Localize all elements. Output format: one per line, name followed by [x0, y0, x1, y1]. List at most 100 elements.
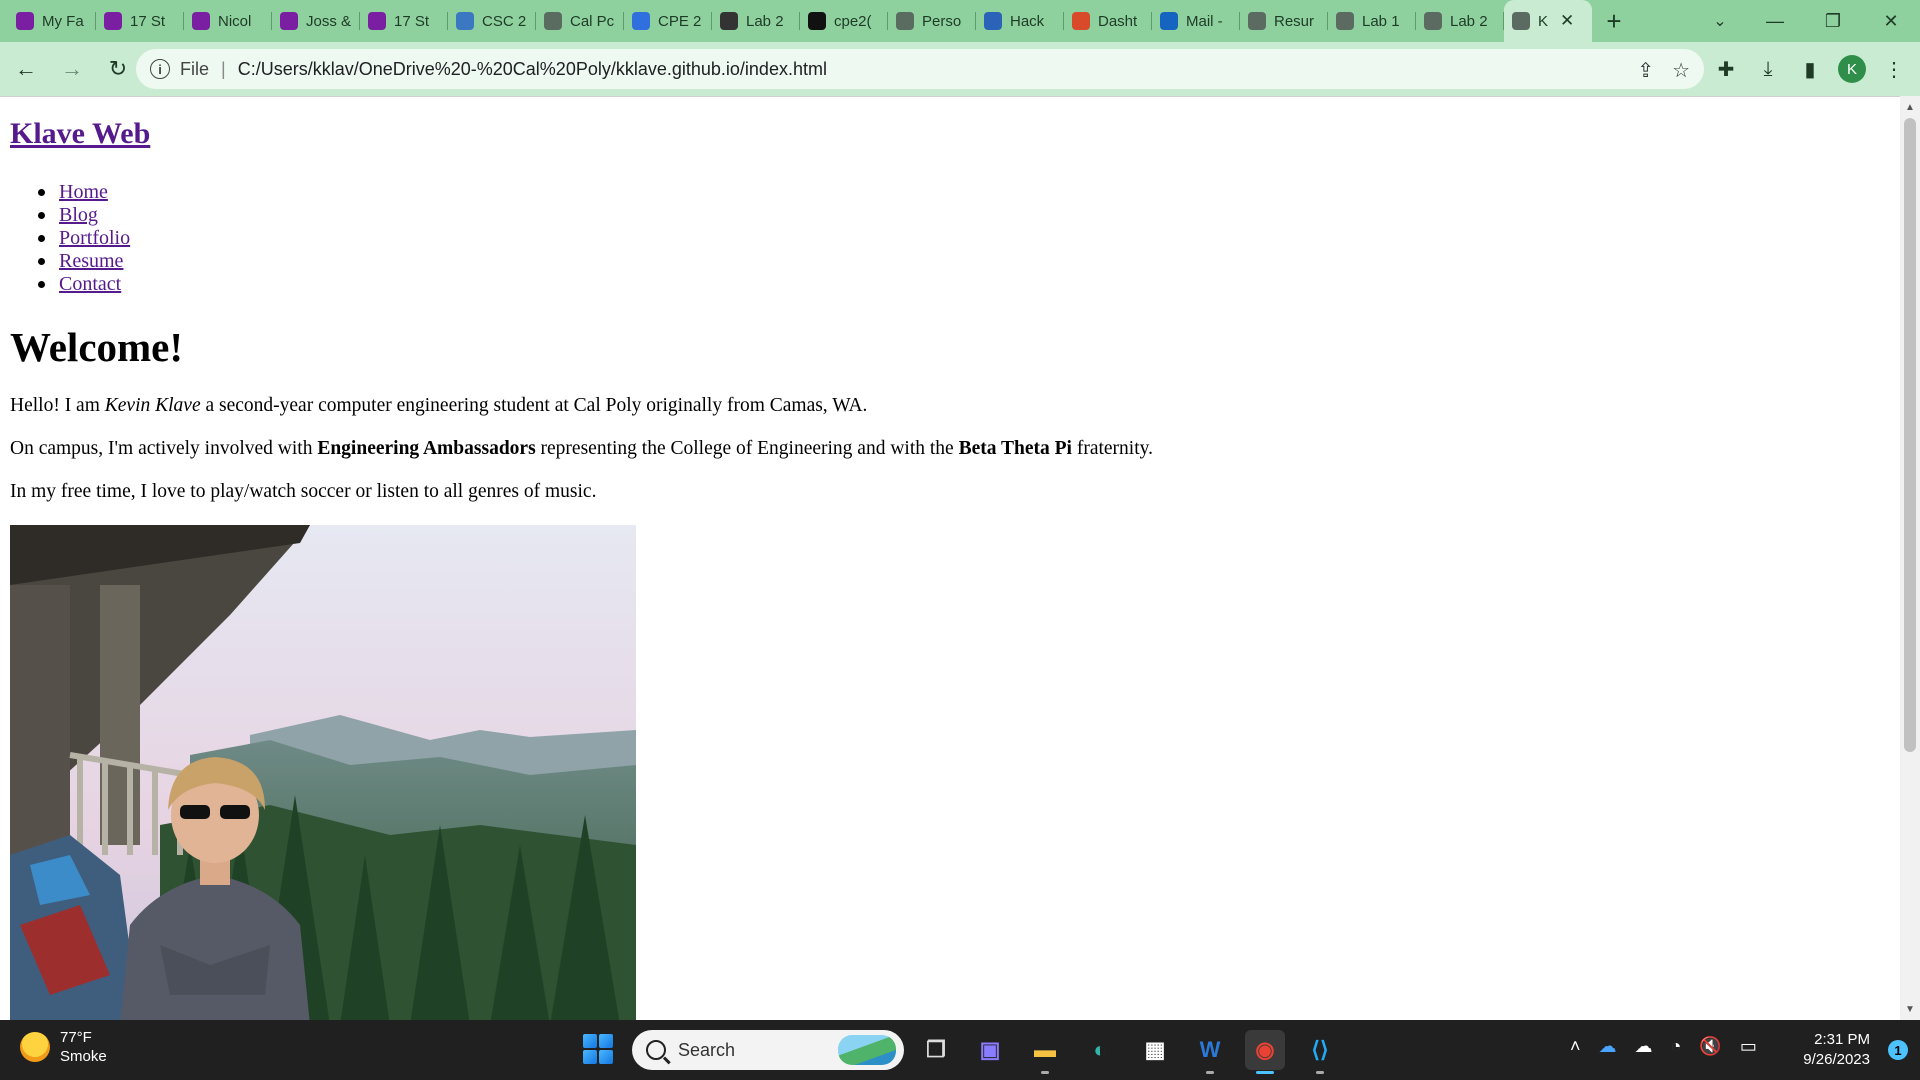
browser-tab[interactable]: cpe2( [800, 0, 888, 42]
file-explorer-icon[interactable]: ▬ [1025, 1030, 1065, 1074]
org-engineering-ambassadors: Engineering Ambassadors [317, 438, 536, 459]
onedrive-icon[interactable]: ☁ [1599, 1036, 1617, 1057]
browser-tab[interactable]: Nicol [184, 0, 272, 42]
browser-tab[interactable]: Dasht [1064, 0, 1152, 42]
search-icon [646, 1040, 666, 1060]
profile-avatar[interactable]: K [1838, 55, 1866, 83]
tab-label: Resur [1274, 12, 1315, 30]
address-bar[interactable]: i File | C:/Users/kklav/OneDrive%20-%20C… [136, 49, 1704, 89]
tab-label: Lab 1 [1362, 12, 1400, 30]
battery-icon[interactable]: ▭ [1740, 1036, 1757, 1057]
tab-close-icon[interactable]: ✕ [1560, 11, 1574, 31]
org-beta-theta-pi: Beta Theta Pi [958, 438, 1072, 459]
word-icon[interactable]: W [1190, 1030, 1230, 1074]
teams-chat-icon[interactable]: ▣ [970, 1030, 1010, 1070]
edge-icon[interactable]: ◐ [1080, 1030, 1120, 1070]
cloud-icon[interactable]: ☁ [1635, 1036, 1653, 1057]
volume-muted-icon[interactable]: 🔇 [1699, 1036, 1721, 1057]
extensions-icon[interactable]: ✚ [1708, 49, 1744, 89]
store-icon[interactable]: ▦ [1135, 1030, 1175, 1070]
tab-label: Cal Pc [570, 12, 615, 30]
tab-label: K [1538, 12, 1549, 30]
canvas-icon [368, 12, 386, 30]
site-nav: Home Blog Portfolio Resume Contact [38, 181, 130, 296]
browser-tab[interactable]: Lab 1 [1328, 0, 1416, 42]
notification-badge[interactable]: 1 [1888, 1040, 1908, 1060]
chrome-icon[interactable]: ◉ [1245, 1030, 1285, 1074]
browser-tab[interactable]: Resur [1240, 0, 1328, 42]
clock-date: 9/26/2023 [1803, 1051, 1870, 1068]
browser-tab[interactable]: Lab 2 [1416, 0, 1504, 42]
hobbies-paragraph: In my free time, I love to play/watch so… [10, 481, 597, 502]
wifi-icon[interactable]: ◔ [1671, 1036, 1682, 1057]
search-highlight-image [838, 1035, 896, 1065]
taskbar-search[interactable]: Search [632, 1030, 904, 1070]
browser-tab-active[interactable]: K ✕ [1504, 0, 1592, 42]
forward-icon[interactable]: → [52, 49, 92, 89]
nav-link-home[interactable]: Home [59, 181, 108, 204]
page-scrollbar[interactable]: ▲ ▼ [1900, 96, 1920, 1020]
task-view-icon[interactable]: ❐ [916, 1030, 956, 1070]
nav-link-portfolio[interactable]: Portfolio [59, 227, 130, 250]
share-icon[interactable]: ⇪ [1637, 58, 1654, 83]
browser-tab[interactable]: Joss & [272, 0, 360, 42]
back-icon[interactable]: ← [6, 49, 46, 89]
browser-tab[interactable]: CSC 2 [448, 0, 536, 42]
browser-tab[interactable]: Lab 2 [712, 0, 800, 42]
tab-label: Mail - [1186, 12, 1223, 30]
site-info-icon[interactable]: i [150, 59, 170, 79]
reload-icon[interactable]: ↻ [98, 49, 138, 89]
vscode-icon[interactable]: ⟨⟩ [1300, 1030, 1340, 1074]
canvas-icon [16, 12, 34, 30]
tab-label: CPE 2 [658, 12, 702, 30]
tray-overflow-icon[interactable]: ˄ [1570, 1036, 1581, 1057]
address-url[interactable]: C:/Users/kklav/OneDrive%20-%20Cal%20Poly… [238, 59, 827, 80]
download-icon[interactable]: ⤓ [1750, 49, 1786, 89]
scroll-down-icon[interactable]: ▼ [1900, 1000, 1920, 1018]
intro-text-after: a second-year computer engineering stude… [200, 395, 868, 416]
browser-tab[interactable]: Mail - [1152, 0, 1240, 42]
browser-tab[interactable]: Cal Pc [536, 0, 624, 42]
close-window-icon[interactable]: ✕ [1862, 0, 1920, 42]
intro-name: Kevin Klave [104, 395, 201, 416]
browser-tab[interactable]: 17 St [360, 0, 448, 42]
minimize-icon[interactable]: — [1746, 0, 1804, 42]
hackerrank-icon [984, 12, 1002, 30]
intro-text-before: Hello! I am [10, 395, 105, 416]
new-tab-button[interactable]: + [1592, 0, 1636, 42]
clock[interactable]: 2:31 PM 9/26/2023 [1803, 1030, 1870, 1070]
site-title-link[interactable]: Klave Web [10, 117, 150, 151]
browser-tab[interactable]: Hack [976, 0, 1064, 42]
piazza-icon [456, 12, 474, 30]
tab-label: Lab 2 [1450, 12, 1488, 30]
canvas-icon [192, 12, 210, 30]
restore-icon[interactable]: ❐ [1804, 0, 1862, 42]
scroll-up-icon[interactable]: ▲ [1900, 98, 1920, 116]
system-tray: ˄ ☁ ☁ ◔ 🔇 ▭ [1570, 1036, 1757, 1057]
nav-item: Blog [38, 204, 130, 227]
address-actions: ⇪ ☆ [1637, 58, 1690, 83]
side-panel-icon[interactable]: ▮ [1792, 49, 1828, 89]
menu-kebab-icon[interactable]: ⋮ [1876, 49, 1912, 89]
scroll-thumb[interactable] [1904, 118, 1916, 752]
bookmark-star-icon[interactable]: ☆ [1672, 58, 1690, 83]
weather-text: 77°F Smoke [60, 1028, 107, 1066]
dashboard-icon [1072, 12, 1090, 30]
nav-item: Resume [38, 250, 130, 273]
weather-widget[interactable]: 77°F Smoke [20, 1028, 107, 1066]
tab-search-icon[interactable]: ⌄ [1700, 0, 1740, 42]
toolbar-actions: ✚ ⤓ ▮ K ⋮ [1708, 49, 1912, 89]
lab-icon [720, 12, 738, 30]
nav-link-blog[interactable]: Blog [59, 204, 98, 227]
start-button[interactable] [583, 1034, 613, 1064]
browser-tab[interactable]: My Fa [8, 0, 96, 42]
browser-tab[interactable]: CPE 2 [624, 0, 712, 42]
campus-text-after: fraternity. [1071, 438, 1153, 459]
browser-tab[interactable]: 17 St [96, 0, 184, 42]
nav-link-contact[interactable]: Contact [59, 273, 121, 296]
tab-label: CSC 2 [482, 12, 527, 30]
browser-tab[interactable]: Perso [888, 0, 976, 42]
browser-toolbar: ← → ↻ i File | C:/Users/kklav/OneDrive%2… [0, 42, 1920, 96]
nav-item: Portfolio [38, 227, 130, 250]
nav-link-resume[interactable]: Resume [59, 250, 123, 273]
